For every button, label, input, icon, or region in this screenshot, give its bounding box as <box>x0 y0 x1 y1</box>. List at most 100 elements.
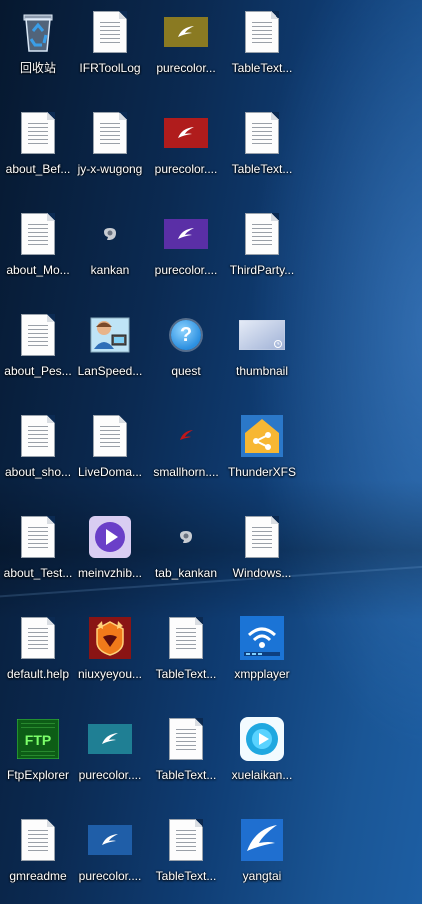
desktop-icon-label: purecolor.... <box>78 768 142 782</box>
desktop-icon-label: purecolor... <box>156 61 216 75</box>
desktop-icon[interactable]: ? quest <box>148 303 224 399</box>
desktop-icon[interactable]: IFRToolLog <box>72 0 148 96</box>
desktop-icon[interactable]: thumbnail <box>224 303 300 399</box>
desktop-icon-label: LiveDoma... <box>77 465 143 479</box>
desktop-icon-label: xuelaikan... <box>231 768 293 782</box>
desktop-icon[interactable]: about_Test... <box>0 505 76 601</box>
document-icon <box>14 210 62 258</box>
desktop-icon-label: TableText... <box>155 667 217 681</box>
ftp-icon: FTP <box>14 715 62 763</box>
document-icon <box>238 513 286 561</box>
desktop-icon-label: purecolor.... <box>154 162 218 176</box>
desktop-icon[interactable]: LiveDoma... <box>72 404 148 500</box>
desktop-icon[interactable]: yangtai <box>224 808 300 904</box>
desktop-icon[interactable]: niuxyeyou... <box>72 606 148 702</box>
desktop-icon[interactable]: purecolor.... <box>72 808 148 904</box>
document-icon <box>162 816 210 864</box>
desktop-icon[interactable]: TableText... <box>224 101 300 197</box>
document-icon <box>14 412 62 460</box>
desktop-icon[interactable]: about_sho... <box>0 404 76 500</box>
document-icon <box>86 412 134 460</box>
desktop-icon-label: jy-x-wugong <box>77 162 143 176</box>
desktop-icon-label: TableText... <box>155 869 217 883</box>
desktop-icon-label: kankan <box>90 263 130 277</box>
xuelaikan-icon <box>238 715 286 763</box>
kankan-icon <box>162 513 210 561</box>
desktop-icon[interactable]: default.help <box>0 606 76 702</box>
desktop-icon-label: about_Pes... <box>4 364 72 378</box>
document-icon <box>238 8 286 56</box>
document-icon <box>14 816 62 864</box>
desktop-icon[interactable]: TableText... <box>148 606 224 702</box>
recycle-bin-icon <box>14 8 62 56</box>
document-icon <box>14 311 62 359</box>
desktop-icon-label: purecolor.... <box>78 869 142 883</box>
desktop-icon[interactable]: about_Bef... <box>0 101 76 197</box>
kankan-icon <box>86 210 134 258</box>
desktop-icon[interactable]: xmpplayer <box>224 606 300 702</box>
thumbnail-icon <box>238 311 286 359</box>
desktop-icon-label: TableText... <box>231 162 293 176</box>
desktop-icon-label: ThirdParty... <box>229 263 295 277</box>
desktop-icon-label: FtpExplorer <box>6 768 70 782</box>
desktop-icon[interactable]: jy-x-wugong <box>72 101 148 197</box>
desktop-icon[interactable]: TableText... <box>224 0 300 96</box>
desktop-icon-label: xmpplayer <box>234 667 290 681</box>
document-icon <box>14 513 62 561</box>
desktop-icon[interactable]: purecolor.... <box>148 202 224 298</box>
desktop-icon[interactable]: about_Pes... <box>0 303 76 399</box>
desktop-icon-label: about_Bef... <box>5 162 71 176</box>
document-icon <box>162 715 210 763</box>
niuxyeyou-icon <box>86 614 134 662</box>
document-icon <box>238 210 286 258</box>
video-player-icon <box>86 513 134 561</box>
desktop-icon-label: ThunderXFS <box>227 465 297 479</box>
desktop-icon-label: yangtai <box>242 869 282 883</box>
smallhorn-icon <box>162 412 210 460</box>
desktop-icon[interactable]: Windows... <box>224 505 300 601</box>
question-icon: ? <box>162 311 210 359</box>
desktop-icon-label: Windows... <box>232 566 292 580</box>
desktop-icon-label: TableText... <box>155 768 217 782</box>
desktop-icon-label: thumbnail <box>235 364 289 378</box>
desktop-icon[interactable]: smallhorn.... <box>148 404 224 500</box>
lanspeed-icon <box>86 311 134 359</box>
purecolor-blue-icon <box>86 816 134 864</box>
document-icon <box>86 109 134 157</box>
desktop-icon[interactable]: purecolor.... <box>72 707 148 803</box>
yangtai-icon <box>238 816 286 864</box>
desktop-icon[interactable]: ThunderXFS <box>224 404 300 500</box>
desktop-icon[interactable]: LanSpeed... <box>72 303 148 399</box>
desktop: 回收站 IFRToolLog purecolor... TableText... ab… <box>0 0 422 904</box>
desktop-icon[interactable]: TableText... <box>148 707 224 803</box>
purecolor-red-icon <box>162 109 210 157</box>
desktop-icon[interactable]: FTP FtpExplorer <box>0 707 76 803</box>
desktop-icon[interactable]: 回收站 <box>0 0 76 96</box>
desktop-icon-label: meinvzhib... <box>77 566 143 580</box>
purecolor-olive-icon <box>162 8 210 56</box>
desktop-icon-label: LanSpeed... <box>77 364 143 378</box>
desktop-icon-label: smallhorn.... <box>153 465 219 479</box>
desktop-icon-label: 回收站 <box>19 61 56 75</box>
desktop-icon[interactable]: meinvzhib... <box>72 505 148 601</box>
desktop-icon[interactable]: ThirdParty... <box>224 202 300 298</box>
document-icon <box>162 614 210 662</box>
desktop-icon-label: about_Mo... <box>6 263 70 277</box>
desktop-icon-label: niuxyeyou... <box>77 667 143 681</box>
document-icon <box>86 8 134 56</box>
desktop-icon[interactable]: tab_kankan <box>148 505 224 601</box>
desktop-icon[interactable]: xuelaikan... <box>224 707 300 803</box>
desktop-icon[interactable]: TableText... <box>148 808 224 904</box>
desktop-icon-label: TableText... <box>231 61 293 75</box>
desktop-icon[interactable]: about_Mo... <box>0 202 76 298</box>
desktop-icon-label: about_sho... <box>4 465 72 479</box>
desktop-icon[interactable]: kankan <box>72 202 148 298</box>
desktop-icon[interactable]: purecolor.... <box>148 101 224 197</box>
desktop-icon[interactable]: gmreadme <box>0 808 76 904</box>
desktop-icon[interactable]: purecolor... <box>148 0 224 96</box>
document-icon <box>14 614 62 662</box>
xmpplayer-icon <box>238 614 286 662</box>
desktop-icon-label: tab_kankan <box>154 566 218 580</box>
svg-text:FTP: FTP <box>25 732 51 748</box>
desktop-icon-label: default.help <box>6 667 70 681</box>
